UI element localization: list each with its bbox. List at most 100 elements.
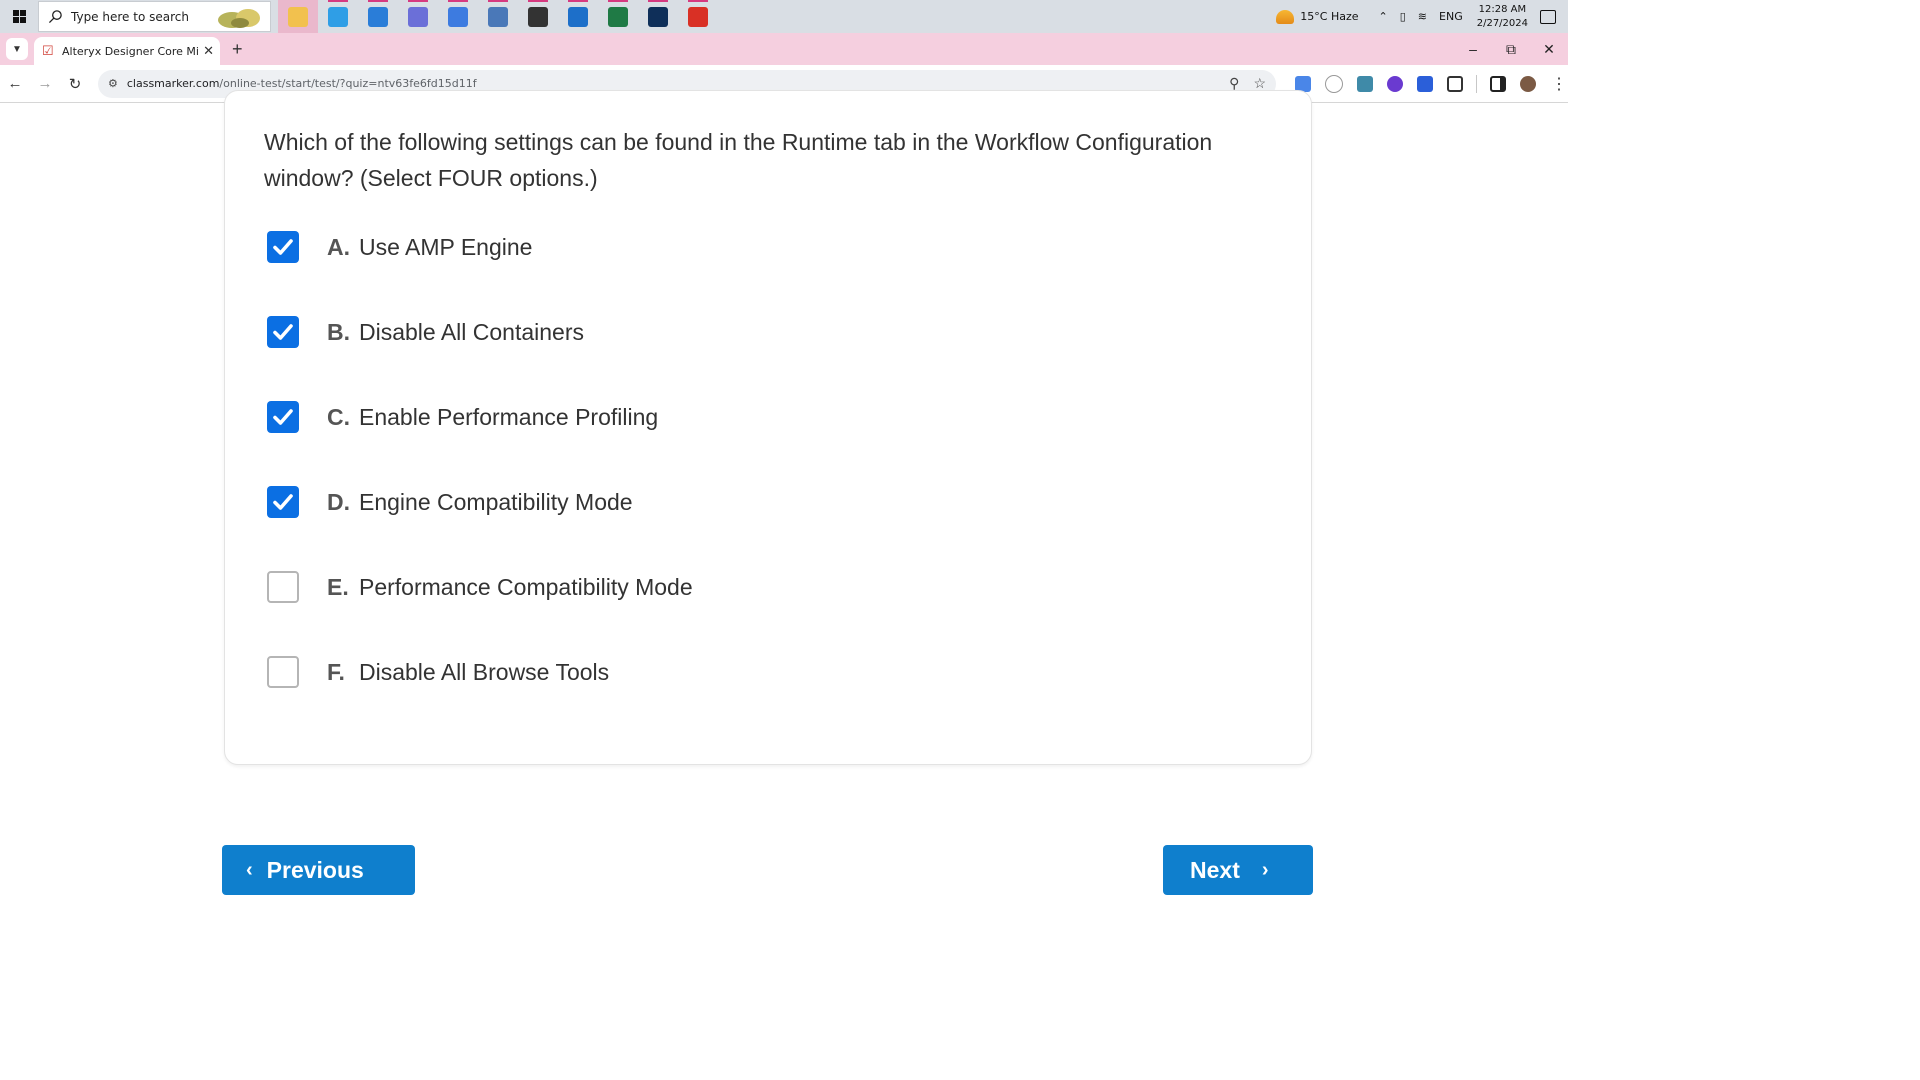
taskbar-app[interactable]: [678, 0, 718, 33]
option-letter: C.: [327, 403, 350, 430]
close-tab-icon[interactable]: ✕: [203, 43, 214, 59]
chrome-icon: [688, 6, 708, 27]
side-panel-icon[interactable]: [1490, 75, 1506, 92]
clock-time: 12:28 AM: [1478, 3, 1527, 15]
notification-center-icon[interactable]: [1540, 9, 1556, 24]
next-button[interactable]: Next ›: [1163, 845, 1313, 895]
pen-extension-icon[interactable]: [1325, 74, 1343, 93]
option-label: Disable All Browse Tools: [359, 658, 610, 685]
taskbar-app[interactable]: [318, 0, 358, 33]
checkmark-icon: [273, 409, 293, 425]
accessibility-extension-icon[interactable]: [1417, 75, 1433, 92]
answer-option[interactable]: B. Disable All Containers: [267, 315, 584, 349]
browser-tab-strip: ▼ ☑ Alteryx Designer Core Micro-Cr ✕ + –…: [0, 33, 1568, 65]
close-window-icon[interactable]: ✕: [1530, 41, 1568, 58]
windows-logo-icon: [12, 10, 26, 23]
checkmark-icon: [273, 239, 293, 255]
chevron-left-icon: ‹: [246, 858, 253, 881]
minimize-icon[interactable]: –: [1454, 41, 1492, 57]
previous-button[interactable]: ‹ Previous: [222, 845, 415, 895]
taskbar-pinned-apps: [278, 0, 718, 33]
start-button[interactable]: [0, 0, 38, 33]
checkmark-icon: [273, 324, 293, 340]
url-path: /online-test/start/test/?quiz=ntv63fe6fd…: [219, 77, 477, 90]
purple-extension-icon[interactable]: [1387, 75, 1403, 92]
printer-extension-icon[interactable]: [1357, 75, 1373, 92]
checkbox-checked[interactable]: [267, 486, 299, 518]
toolbar-divider: [1476, 74, 1477, 93]
mail-icon: [368, 6, 388, 27]
option-letter: D.: [327, 488, 350, 515]
edge-icon: [328, 6, 348, 27]
next-label: Next: [1190, 856, 1240, 883]
app-diamond-icon: [448, 6, 468, 27]
question-text: Which of the following settings can be f…: [264, 129, 1213, 191]
search-highlight-art-icon: [218, 9, 260, 28]
extensions-row: [1288, 74, 1543, 93]
previous-label: Previous: [266, 856, 364, 883]
checkbox-checked[interactable]: [267, 231, 299, 263]
taskbar-app[interactable]: [278, 0, 318, 33]
option-label: Disable All Containers: [359, 318, 585, 345]
battery-icon[interactable]: ▯: [1400, 10, 1406, 23]
option-letter: F.: [327, 658, 345, 685]
weather-haze-icon: [1276, 9, 1295, 24]
active-tab[interactable]: ☑ Alteryx Designer Core Micro-Cr ✕: [34, 37, 220, 65]
checkbox-checked[interactable]: [267, 316, 299, 348]
checkbox-checked[interactable]: [267, 401, 299, 433]
option-label: Enable Performance Profiling: [359, 403, 659, 430]
file-explorer-icon: [288, 6, 308, 27]
new-tab-plus-icon[interactable]: +: [232, 39, 243, 60]
wifi-icon[interactable]: ≋: [1418, 10, 1427, 23]
forward-arrow-icon[interactable]: →: [30, 75, 60, 92]
option-letter: B.: [327, 318, 350, 345]
windows-taskbar: Type here to search 15°C Haze ⌃ ▯ ≋ ENG …: [0, 0, 1568, 33]
checkbox-unchecked[interactable]: [267, 571, 299, 603]
profile-avatar[interactable]: [1520, 75, 1536, 92]
tab-title: Alteryx Designer Core Micro-Cr: [62, 44, 199, 58]
puzzle-extensions-icon[interactable]: [1447, 75, 1463, 92]
chevron-right-icon: ›: [1261, 858, 1269, 881]
restore-icon[interactable]: ⧉: [1492, 41, 1530, 58]
taskbar-app[interactable]: [478, 0, 518, 33]
back-arrow-icon[interactable]: ←: [0, 75, 30, 92]
terminal-app-icon: [648, 6, 668, 27]
language-indicator[interactable]: ENG: [1439, 10, 1463, 23]
answer-option[interactable]: F. Disable All Browse Tools: [267, 655, 609, 689]
answer-option[interactable]: A. Use AMP Engine: [267, 230, 532, 264]
search-icon: [48, 10, 62, 24]
taskbar-app[interactable]: [398, 0, 438, 33]
weather-text: 15°C Haze: [1300, 10, 1359, 23]
taskbar-search-box[interactable]: Type here to search: [38, 1, 271, 32]
classmarker-favicon-icon: ☑: [42, 43, 54, 58]
option-label: Performance Compatibility Mode: [359, 573, 693, 600]
settings-gear-icon: [528, 6, 548, 27]
answer-option[interactable]: D. Engine Compatibility Mode: [267, 485, 633, 519]
search-placeholder: Type here to search: [71, 9, 189, 24]
system-tray: 15°C Haze ⌃ ▯ ≋ ENG 12:28 AM 2/27/2024: [1276, 0, 1568, 33]
taskbar-app[interactable]: [358, 0, 398, 33]
copilot-icon: [408, 6, 428, 27]
taskbar-clock[interactable]: 12:28 AM 2/27/2024: [1477, 3, 1528, 31]
taskbar-app[interactable]: [518, 0, 558, 33]
tab-search-chevron-icon[interactable]: ▼: [6, 38, 28, 60]
checkmark-icon: [273, 494, 293, 510]
weather-widget[interactable]: 15°C Haze: [1276, 9, 1359, 24]
browser-menu-icon[interactable]: ⋮: [1551, 74, 1567, 94]
taskbar-app[interactable]: [638, 0, 678, 33]
taskbar-app[interactable]: [598, 0, 638, 33]
chevron-up-icon[interactable]: ⌃: [1379, 10, 1388, 23]
reload-icon[interactable]: ↻: [60, 75, 90, 93]
site-info-icon[interactable]: ⚙: [108, 77, 118, 90]
document-user-icon: [488, 6, 508, 27]
taskbar-app[interactable]: [558, 0, 598, 33]
taskbar-app[interactable]: [438, 0, 478, 33]
answer-option[interactable]: C. Enable Performance Profiling: [267, 400, 658, 434]
excel-icon: [608, 6, 628, 27]
url-domain: classmarker.com: [126, 77, 220, 90]
answer-option[interactable]: E. Performance Compatibility Mode: [267, 570, 693, 604]
pen-app-icon: [568, 6, 588, 27]
option-label: Use AMP Engine: [359, 233, 533, 260]
option-label: Engine Compatibility Mode: [359, 488, 633, 515]
checkbox-unchecked[interactable]: [267, 656, 299, 688]
